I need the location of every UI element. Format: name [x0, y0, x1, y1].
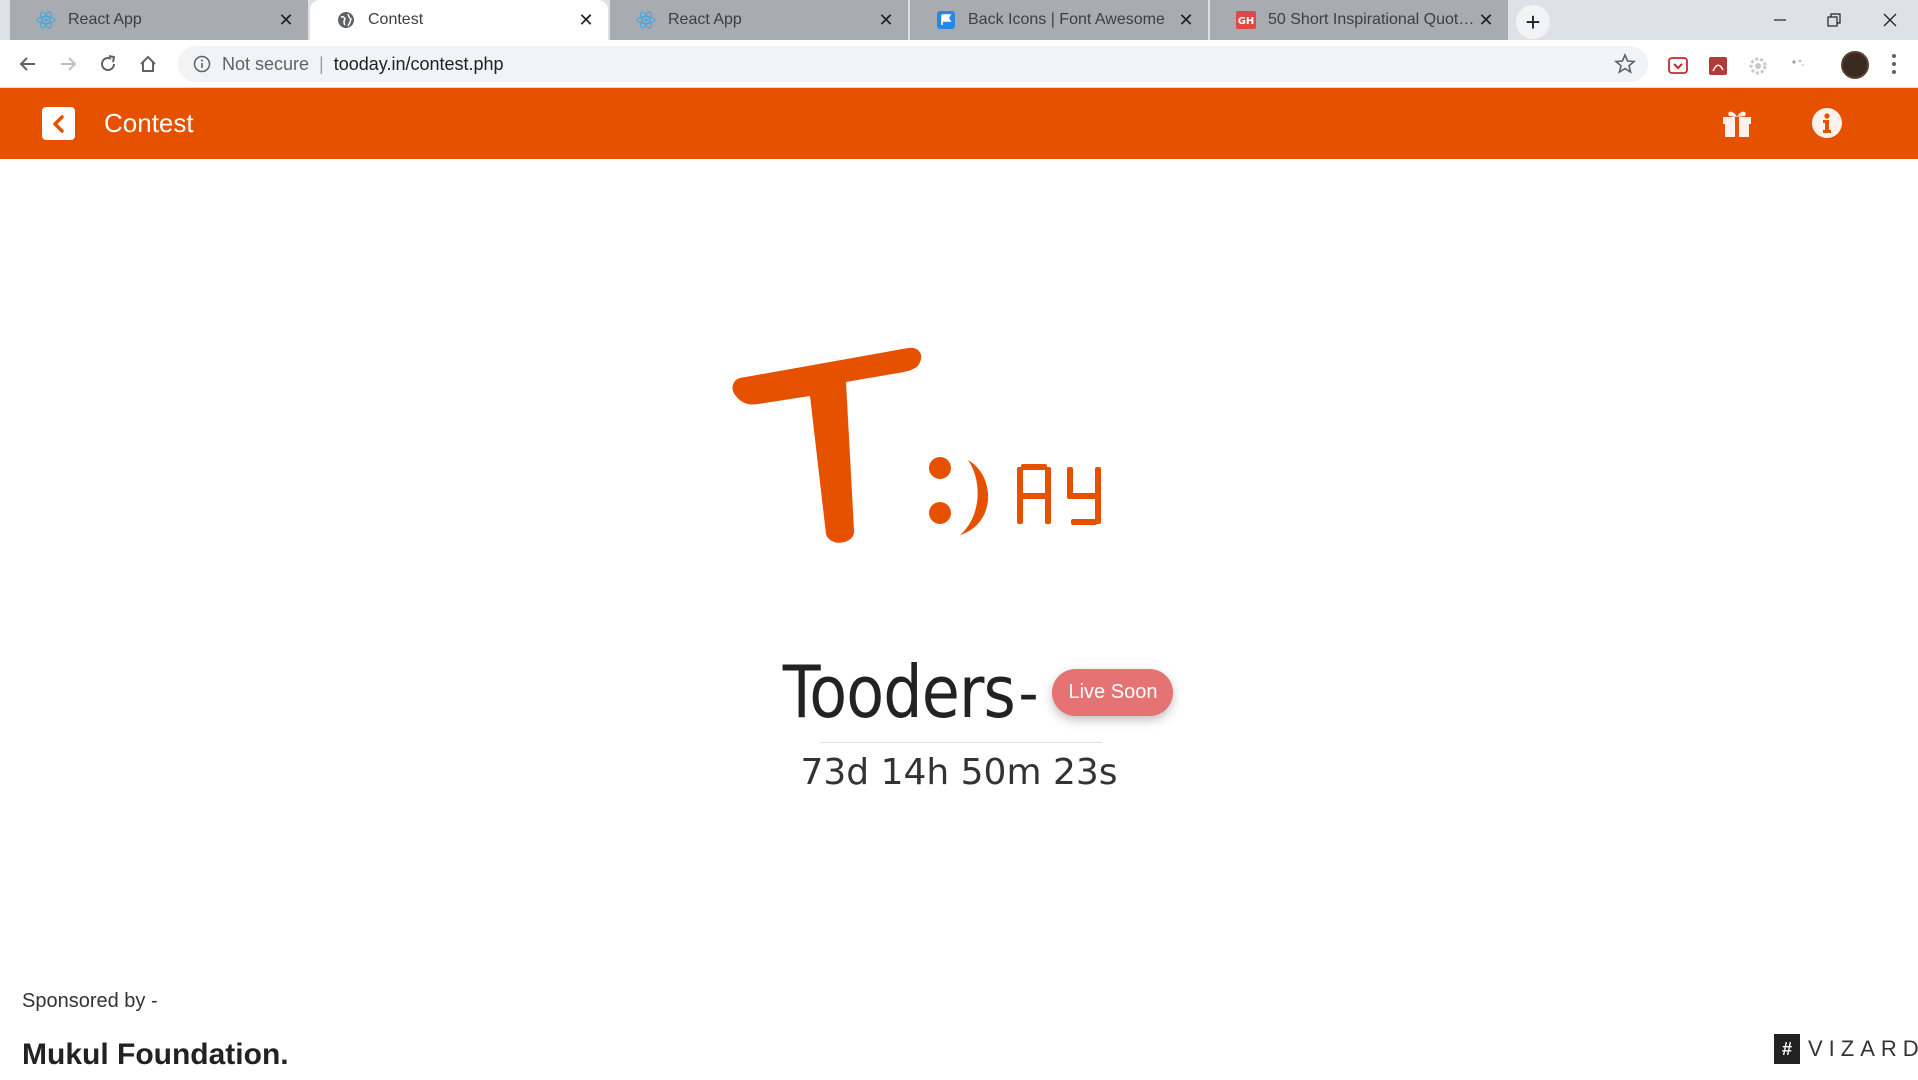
pocket-extension-icon[interactable] — [1666, 54, 1690, 78]
page-title: Contest — [104, 108, 194, 138]
close-tab-icon[interactable]: ✕ — [1176, 10, 1196, 30]
vizard-watermark: # VIZARD — [1774, 1034, 1918, 1064]
chevron-left-icon — [52, 114, 64, 133]
close-tab-icon[interactable]: ✕ — [576, 10, 596, 30]
back-button[interactable] — [42, 107, 75, 140]
pdf-extension-icon[interactable] — [1706, 54, 1730, 78]
sponsor-name: Mukul Foundation. — [22, 1038, 289, 1071]
minimize-icon[interactable] — [1752, 0, 1808, 40]
settings-extension-icon[interactable] — [1746, 54, 1770, 78]
tooday-logo — [732, 347, 1101, 543]
svg-text:GH: GH — [1238, 16, 1255, 27]
close-tab-icon[interactable]: ✕ — [276, 10, 296, 30]
url-text[interactable]: tooday.in/contest.php — [334, 54, 504, 75]
home-icon[interactable] — [132, 48, 164, 80]
tab-react-app-2[interactable]: React App ✕ — [610, 0, 908, 40]
browser-toolbar: Not secure | tooday.in/contest.php — [0, 40, 1918, 88]
address-separator: | — [319, 53, 324, 74]
divider — [820, 742, 1102, 743]
contest-heading: Tooders - Live Soon — [0, 650, 1918, 734]
tab-title: Contest — [368, 11, 424, 28]
flag-icon — [936, 10, 956, 30]
bookmark-star-icon[interactable] — [1614, 52, 1636, 75]
new-tab-button[interactable]: + — [1516, 5, 1550, 39]
gh-icon: GH — [1236, 10, 1256, 30]
restore-icon[interactable] — [1806, 0, 1862, 40]
close-tab-icon[interactable]: ✕ — [876, 10, 896, 30]
sponsor-label: Sponsored by - — [22, 990, 158, 1012]
watermark-text: VIZARD — [1808, 1036, 1918, 1061]
loader-extension-icon[interactable] — [1786, 54, 1810, 78]
tab-contest[interactable]: Contest ✕ — [310, 0, 608, 40]
close-tab-icon[interactable]: ✕ — [1476, 10, 1496, 30]
tab-quotes[interactable]: GH 50 Short Inspirational Quotes We ✕ — [1210, 0, 1508, 40]
react-icon — [636, 10, 656, 30]
browser-menu-icon[interactable] — [1884, 52, 1904, 76]
info-icon[interactable] — [192, 54, 212, 74]
contest-name: Tooders — [782, 650, 1015, 734]
countdown-timer: 73d 14h 50m 23s — [800, 752, 1118, 793]
gift-icon[interactable] — [1720, 106, 1754, 140]
tab-font-awesome[interactable]: Back Icons | Font Awesome ✕ — [910, 0, 1208, 40]
tab-title: React App — [668, 11, 742, 28]
reload-icon[interactable] — [92, 48, 124, 80]
contest-dash: - — [1018, 658, 1039, 726]
react-icon — [36, 10, 56, 30]
browser-tab-strip: React App ✕ Contest ✕ React App ✕ Back I… — [0, 0, 1918, 40]
tab-title: Back Icons | Font Awesome — [968, 11, 1165, 28]
tab-title: 50 Short Inspirational Quotes We — [1268, 11, 1476, 28]
tab-react-app-1[interactable]: React App ✕ — [10, 0, 308, 40]
app-header: Contest — [0, 88, 1918, 159]
globe-icon — [336, 10, 356, 30]
address-bar[interactable]: Not secure | tooday.in/contest.php — [178, 46, 1648, 82]
watermark-hash: # — [1774, 1034, 1800, 1064]
close-window-icon[interactable] — [1862, 0, 1918, 40]
tab-title: React App — [68, 11, 142, 28]
status-badge: Live Soon — [1052, 668, 1174, 716]
security-status: Not secure — [222, 53, 310, 74]
back-arrow-icon[interactable] — [12, 48, 44, 80]
forward-arrow-icon[interactable] — [52, 48, 84, 80]
info-icon[interactable] — [1810, 106, 1844, 140]
profile-avatar[interactable] — [1841, 51, 1869, 79]
